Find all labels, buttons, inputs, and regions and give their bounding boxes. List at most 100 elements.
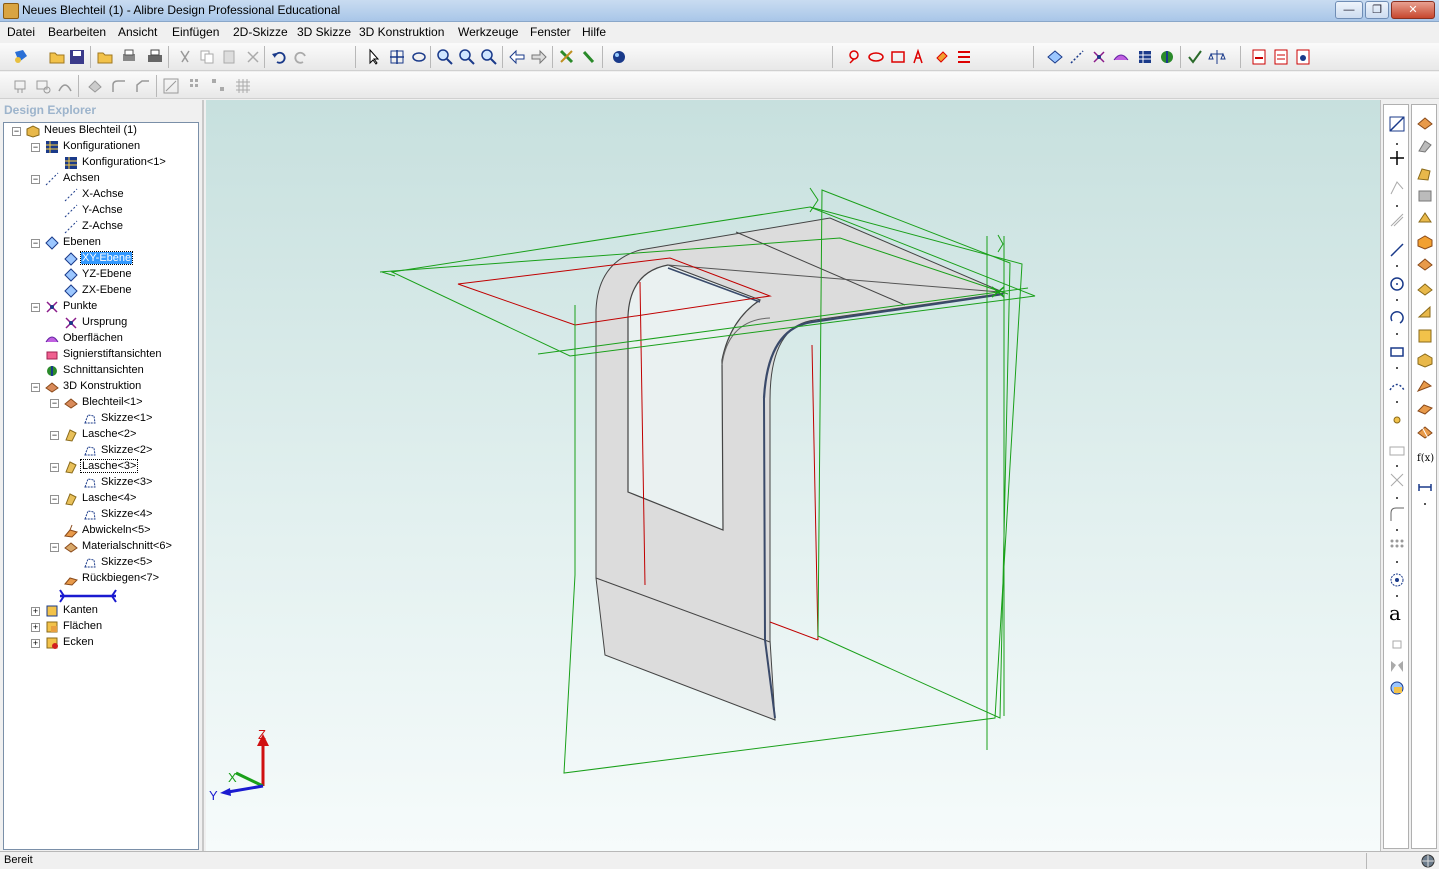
shell-icon[interactable] <box>86 77 104 95</box>
save-icon[interactable] <box>68 48 86 66</box>
collapse-blechteil[interactable]: − <box>50 399 59 408</box>
grid-icon[interactable] <box>234 77 252 95</box>
sketch-point-icon[interactable] <box>845 48 863 66</box>
extrude-icon[interactable] <box>12 77 30 95</box>
flat-pattern-icon[interactable] <box>1416 423 1434 441</box>
point-tool-icon[interactable] <box>1090 48 1108 66</box>
line-icon[interactable] <box>1388 241 1406 259</box>
publish-icon[interactable] <box>1294 48 1312 66</box>
section-tool-icon[interactable] <box>1158 48 1176 66</box>
cutout-icon[interactable] <box>1416 327 1434 345</box>
rectangle-icon[interactable] <box>889 48 907 66</box>
export-pdf-icon[interactable] <box>1250 48 1268 66</box>
activate-sketch-icon[interactable] <box>1388 115 1406 133</box>
zoom-icon[interactable] <box>436 48 454 66</box>
collapse-root[interactable]: − <box>12 127 21 136</box>
close-button[interactable]: ✕ <box>1391 1 1435 19</box>
cut-icon[interactable] <box>176 48 194 66</box>
view-orient-icon[interactable] <box>558 48 576 66</box>
project-icon[interactable] <box>1388 679 1406 697</box>
trim-icon[interactable] <box>1388 471 1406 489</box>
export-icon[interactable] <box>1272 48 1290 66</box>
check-icon[interactable] <box>1186 48 1204 66</box>
sketch-disabled-icon[interactable] <box>1388 179 1406 197</box>
fillet-icon[interactable] <box>110 77 128 95</box>
sheet-base-icon[interactable] <box>1416 115 1434 133</box>
collapse-ebenen[interactable]: − <box>31 239 40 248</box>
fillet-sketch-icon[interactable] <box>1388 505 1406 523</box>
copy-icon[interactable] <box>198 48 216 66</box>
collapse-achsen[interactable]: − <box>31 175 40 184</box>
menu-hilfe[interactable]: Hilfe <box>582 25 606 39</box>
expand-flaechen[interactable]: + <box>31 623 40 632</box>
chamfer-icon[interactable] <box>134 77 152 95</box>
fill-icon[interactable] <box>933 48 951 66</box>
pattern-sketch-icon[interactable] <box>1388 537 1406 555</box>
minimize-button[interactable]: — <box>1335 1 1363 19</box>
draft-icon[interactable] <box>162 77 180 95</box>
menu-werkzeuge[interactable]: Werkzeuge <box>458 25 518 39</box>
rollback-bar[interactable] <box>58 589 118 603</box>
previous-view-icon[interactable] <box>508 48 526 66</box>
select-icon[interactable] <box>365 48 383 66</box>
measure-icon[interactable] <box>1208 48 1226 66</box>
dimension-icon[interactable] <box>1416 479 1434 497</box>
hole-icon[interactable] <box>1416 351 1434 369</box>
function-icon[interactable]: f(x) <box>1417 453 1434 464</box>
point-sketch-icon[interactable] <box>1388 149 1406 167</box>
table-tool-icon[interactable] <box>1136 48 1154 66</box>
corner-icon[interactable] <box>1416 209 1434 227</box>
collapse-konfigurationen[interactable]: − <box>31 143 40 152</box>
redo-icon[interactable] <box>292 48 310 66</box>
sweep-icon[interactable] <box>56 77 74 95</box>
collapse-punkte[interactable]: − <box>31 303 40 312</box>
plane-tool-icon[interactable] <box>1046 48 1064 66</box>
collapse-lasche2[interactable]: − <box>50 431 59 440</box>
circle-icon[interactable] <box>1388 275 1406 293</box>
offset-icon[interactable] <box>1388 211 1406 229</box>
pattern-icon[interactable] <box>188 77 206 95</box>
surface-tool-icon[interactable] <box>1112 48 1130 66</box>
menu-3d-konstruktion[interactable]: 3D Konstruktion <box>359 25 444 39</box>
undo-icon[interactable] <box>270 48 288 66</box>
print-icon[interactable] <box>146 48 164 66</box>
collapse-3d-konstruktion[interactable]: − <box>31 383 40 392</box>
expand-kanten[interactable]: + <box>31 607 40 616</box>
menu-3d-skizze[interactable]: 3D Skizze <box>297 25 351 39</box>
menu-fenster[interactable]: Fenster <box>530 25 571 39</box>
text-style-icon[interactable] <box>911 48 929 66</box>
bend-icon[interactable] <box>1416 377 1434 395</box>
revolve-icon[interactable] <box>34 77 52 95</box>
menu-ansicht[interactable]: Ansicht <box>118 25 157 39</box>
axis-tool-icon[interactable] <box>1068 48 1086 66</box>
pan-icon[interactable] <box>388 48 406 66</box>
gusset-icon[interactable] <box>1416 303 1434 321</box>
menu-einfuegen[interactable]: Einfügen <box>172 25 219 39</box>
paste-icon[interactable] <box>220 48 238 66</box>
line-style-icon[interactable] <box>955 48 973 66</box>
lock-icon[interactable] <box>1388 633 1406 651</box>
mirror-icon[interactable] <box>210 77 228 95</box>
view-normal-icon[interactable] <box>580 48 598 66</box>
sketch-point-dot-icon[interactable] <box>1388 411 1406 429</box>
box-icon[interactable] <box>1416 233 1434 251</box>
expand-ecken[interactable]: + <box>31 639 40 648</box>
rotate-icon[interactable] <box>410 48 428 66</box>
print-preview-icon[interactable] <box>120 48 138 66</box>
sheet-gray-icon[interactable] <box>1416 187 1434 205</box>
menu-2d-skizze[interactable]: 2D-Skizze <box>233 25 288 39</box>
collapse-lasche3[interactable]: − <box>50 463 59 472</box>
open-folder-icon[interactable] <box>96 48 114 66</box>
text-icon[interactable]: a <box>1389 601 1401 625</box>
spline-icon[interactable] <box>1388 377 1406 395</box>
new-icon[interactable] <box>12 48 30 66</box>
rectangle-sketch-icon[interactable] <box>1388 343 1406 361</box>
unfold-tool-icon[interactable] <box>1416 255 1434 273</box>
reference-icon[interactable] <box>1388 571 1406 589</box>
model-view[interactable] <box>206 100 1380 851</box>
zoom-fit-icon[interactable] <box>480 48 498 66</box>
open-icon[interactable] <box>48 48 66 66</box>
tab-tool-icon[interactable] <box>1416 281 1434 299</box>
collapse-lasche4[interactable]: − <box>50 495 59 504</box>
collapse-materialschnitt[interactable]: − <box>50 543 59 552</box>
